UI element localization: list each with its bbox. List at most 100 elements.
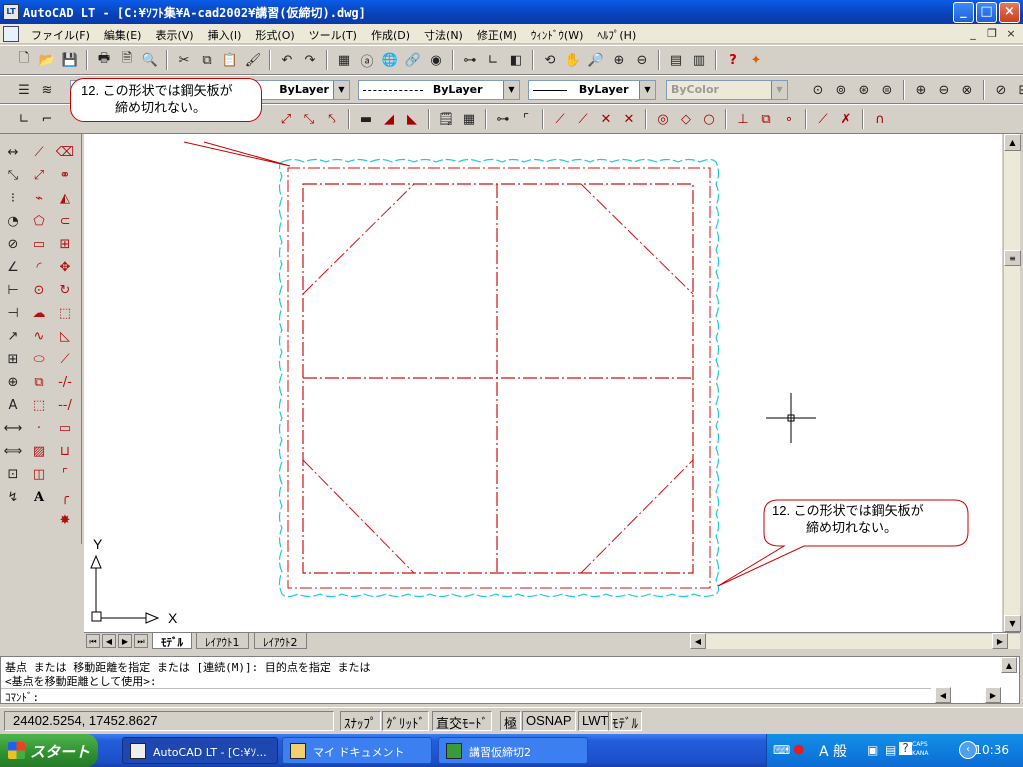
zoom-extents-all-icon[interactable]: ⊞ <box>1014 80 1023 100</box>
explode-icon[interactable]: ✸ <box>54 510 76 530</box>
polyline-icon[interactable]: ⌁ <box>28 188 50 208</box>
cut-icon[interactable]: ✂ <box>174 50 194 70</box>
start-button[interactable]: スタート <box>0 734 98 767</box>
properties-icon[interactable]: ▤ <box>666 50 686 70</box>
zoom-all-icon[interactable]: ⊗ <box>957 80 977 100</box>
snap-toggle[interactable]: ｽﾅｯﾌﾟ <box>340 711 381 731</box>
drawing-area[interactable]: X Y 12. この形状では鋼矢板が 締め切れない。 12. この形状では鋼矢板… <box>70 78 1002 632</box>
redraw-icon[interactable]: ⟲ <box>540 50 560 70</box>
browser-icon[interactable]: ⓐ <box>357 50 377 70</box>
print-preview-icon[interactable]: 🗎 <box>117 50 137 70</box>
arc-icon[interactable]: ◜ <box>28 257 50 277</box>
mirror-icon[interactable]: ◭ <box>54 188 76 208</box>
dim-angular-icon[interactable]: ∠ <box>2 257 24 277</box>
cmd-scroll-left-icon[interactable]: ◀ <box>935 687 951 703</box>
cmd-scroll-up-icon[interactable]: ▲ <box>1001 657 1017 673</box>
menu-insert[interactable]: 挿入(I) <box>201 27 249 43</box>
task-autocad[interactable]: AutoCAD LT - [C:¥ｿ... <box>122 737 278 764</box>
scroll-left-icon[interactable]: ◀ <box>690 633 706 649</box>
array-icon[interactable]: ⊞ <box>54 234 76 254</box>
cmd-scroll-right-icon[interactable]: ▶ <box>985 687 1001 703</box>
tab-layout2[interactable]: ﾚｲｱｳﾄ2 <box>254 633 307 649</box>
coordinate-readout[interactable]: 24402.5254, 17452.8627 <box>4 711 334 731</box>
tab-layout1[interactable]: ﾚｲｱｳﾄ1 <box>196 633 249 649</box>
minimize-button[interactable]: _ <box>953 2 974 23</box>
copy-icon[interactable]: ⧉ <box>197 50 217 70</box>
ellipse-icon[interactable]: ⬭ <box>28 349 50 369</box>
doc-restore-button[interactable]: ❐ <box>985 27 999 41</box>
lengthen-icon[interactable]: ⟋ <box>54 349 76 369</box>
ucs-z-icon[interactable]: ⤣ <box>322 109 342 129</box>
hatch-icon[interactable]: ▨ <box>28 441 50 461</box>
today-icon[interactable]: ✦ <box>746 50 766 70</box>
ime-dictionary-icon[interactable]: ▣ <box>867 743 878 757</box>
new-file-icon[interactable]: 🗋 <box>14 50 34 70</box>
dim-baseline-icon[interactable]: ⊢ <box>2 280 24 300</box>
help-icon[interactable]: ? <box>723 50 743 70</box>
ucs-icon[interactable]: ∟ <box>483 50 503 70</box>
zoom-extents-icon[interactable]: ⊘ <box>991 80 1011 100</box>
dim-aligned-icon[interactable]: ◢ <box>379 109 399 129</box>
chevron-down-icon[interactable]: ▼ <box>503 81 519 99</box>
task-my-documents[interactable]: マイ ドキュメント <box>282 737 432 764</box>
undo-icon[interactable]: ↶ <box>277 50 297 70</box>
menu-dimension[interactable]: 寸法(N) <box>417 27 470 43</box>
ucs-x-icon[interactable]: ⤢ <box>276 109 296 129</box>
maximize-button[interactable]: □ <box>976 2 997 23</box>
tolerance-icon[interactable]: ⊞ <box>2 349 24 369</box>
chevron-down-icon[interactable]: ▼ <box>333 81 349 99</box>
ortho-toggle[interactable]: 直交ﾓｰﾄﾞ <box>432 711 493 731</box>
rectangle-icon[interactable]: ▭ <box>28 234 50 254</box>
snap-nearest-icon[interactable]: ⟋ <box>813 109 833 129</box>
dim-ordinate-icon[interactable]: ⁝ <box>2 188 24 208</box>
trim-icon[interactable]: -/- <box>54 372 76 392</box>
keyboard-icon[interactable]: ⌨ <box>773 743 790 757</box>
dim-edit-icon[interactable]: A <box>2 395 24 415</box>
menu-edit[interactable]: 編集(E) <box>97 27 149 43</box>
offset-icon[interactable]: ⊂ <box>54 211 76 231</box>
ucs-world-icon[interactable]: ∟ <box>14 109 34 129</box>
dim-override-icon[interactable]: ↯ <box>2 487 24 507</box>
close-button[interactable]: × <box>999 2 1020 23</box>
ime-tool-icon[interactable]: ▤ <box>885 743 896 757</box>
scroll-right-icon[interactable]: ▶ <box>992 633 1008 649</box>
scale-icon[interactable]: ⬚ <box>54 303 76 323</box>
dim-radius-icon[interactable]: ◔ <box>2 211 24 231</box>
revision-cloud-icon[interactable]: ☁ <box>28 303 50 323</box>
command-window[interactable]: 基点 または 移動距離を指定 または [連続(M)]: 目的点を指定 または <… <box>0 656 1020 704</box>
menu-file[interactable]: ファイル(F) <box>24 27 97 43</box>
redo-icon[interactable]: ↷ <box>300 50 320 70</box>
snap-apparent-icon[interactable]: ✕ <box>619 109 639 129</box>
region-icon[interactable]: ◫ <box>28 464 50 484</box>
center-mark-icon[interactable]: ⊕ <box>2 372 24 392</box>
snap-midpoint-icon[interactable]: ⟋ <box>573 109 593 129</box>
point-icon[interactable]: · <box>28 418 50 438</box>
adcenter-icon[interactable]: ▥ <box>689 50 709 70</box>
join-icon[interactable]: ⊔ <box>54 441 76 461</box>
zoom-center-icon[interactable]: ⊜ <box>877 80 897 100</box>
tab-next-icon[interactable]: ▶ <box>118 634 132 648</box>
snap-quadrant-icon[interactable]: ◇ <box>676 109 696 129</box>
web-icon[interactable]: 🌐 <box>380 50 400 70</box>
zoom-in-icon[interactable]: ⊕ <box>911 80 931 100</box>
print-icon[interactable]: 🖶 <box>94 50 114 70</box>
notes-icon[interactable]: 🗒 <box>436 109 456 129</box>
dim-continue-icon[interactable]: ⊣ <box>2 303 24 323</box>
zoom-window-icon[interactable]: ⊙ <box>808 80 828 100</box>
insert-block-icon[interactable]: ⧉ <box>28 372 50 392</box>
ime-help-icon[interactable]: ? <box>899 742 912 755</box>
title-bar[interactable]: LT AutoCAD LT - [C:¥ｿﾌﾄ集¥A-cad2002¥講習(仮締… <box>0 0 1023 24</box>
tab-model[interactable]: ﾓﾃﾞﾙ <box>152 633 192 649</box>
osnap-settings-icon[interactable]: ∩ <box>870 109 890 129</box>
autocad-app-icon[interactable]: LT <box>3 4 19 20</box>
zoom-realtime-icon[interactable]: 🔎 <box>586 50 606 70</box>
make-block-icon[interactable]: ⬚ <box>28 395 50 415</box>
ime-mode[interactable]: A 般 <box>819 741 847 761</box>
spell-check-icon[interactable]: 🔍 <box>140 50 160 70</box>
scroll-down-icon[interactable]: ▼ <box>1004 615 1021 632</box>
extend-icon[interactable]: --/ <box>54 395 76 415</box>
layer-manager-icon[interactable]: ☰ <box>14 80 34 100</box>
move-icon[interactable]: ✥ <box>54 257 76 277</box>
tab-prev-icon[interactable]: ◀ <box>102 634 116 648</box>
vertical-scrollbar[interactable]: ▲ ≡ ▼ <box>1003 134 1021 632</box>
